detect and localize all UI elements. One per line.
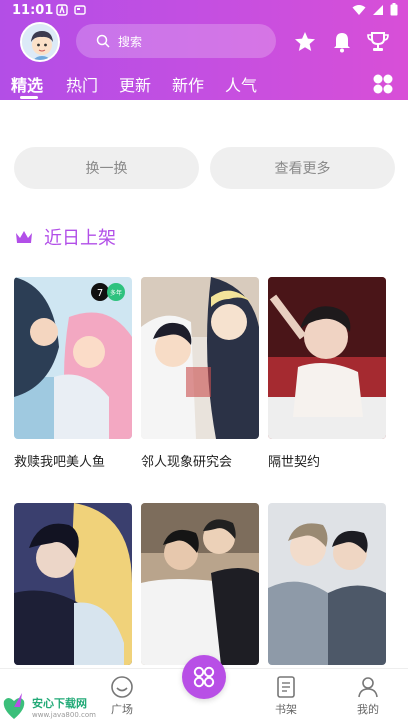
- comic-card[interactable]: [14, 503, 132, 677]
- center-discover-button[interactable]: [182, 655, 226, 699]
- search-icon: [96, 34, 110, 48]
- active-tab-indicator: [20, 96, 38, 99]
- person-icon: [358, 677, 378, 698]
- cover-badge-left: 7: [97, 288, 103, 299]
- search-bar[interactable]: 搜索: [76, 24, 276, 58]
- tab-featured[interactable]: 精选: [11, 72, 43, 96]
- trophy-icon[interactable]: [366, 30, 390, 54]
- comic-card[interactable]: [141, 503, 259, 677]
- notification-card-icon: [74, 5, 86, 15]
- grid-icon: [193, 666, 215, 688]
- crown-icon: [16, 231, 32, 243]
- shuffle-button[interactable]: 换一换: [14, 147, 199, 189]
- tab-popular[interactable]: 人气: [225, 72, 257, 96]
- bell-icon[interactable]: [330, 30, 354, 54]
- nav-mine[interactable]: 我的: [338, 675, 398, 717]
- battery-icon: [390, 3, 398, 16]
- nav-mine-label: 我的: [357, 703, 379, 716]
- tab-hot[interactable]: 热门: [66, 72, 98, 96]
- avatar[interactable]: [20, 22, 60, 62]
- comic-card[interactable]: 隔世契约: [268, 277, 386, 470]
- watermark-logo: [3, 692, 25, 719]
- watermark: 安心下载网 www.java800.com: [0, 688, 110, 725]
- book-icon: [277, 676, 295, 698]
- comic-card[interactable]: [268, 503, 386, 677]
- status-time: 11:01: [12, 3, 54, 18]
- nav-plaza-label: 广场: [111, 703, 133, 716]
- avatar-image: [22, 24, 58, 60]
- comic-cover: [14, 503, 132, 665]
- wifi-icon: [352, 4, 366, 15]
- signal-icon: [373, 4, 383, 15]
- tab-new[interactable]: 新作: [172, 72, 204, 96]
- tab-updated[interactable]: 更新: [119, 72, 151, 96]
- view-more-button[interactable]: 查看更多: [210, 147, 395, 189]
- notification-a-icon: [56, 4, 68, 16]
- category-tabs: 精选 热门 更新 新作 人气: [0, 70, 408, 100]
- nav-shelf-label: 书架: [275, 703, 297, 716]
- grid-icon[interactable]: [372, 73, 394, 95]
- comic-cover: [268, 503, 386, 665]
- section-title: 近日上架: [44, 228, 116, 249]
- section-header: 近日上架: [14, 224, 116, 250]
- comic-title: 邻人现象研究会: [141, 455, 233, 470]
- nav-shelf[interactable]: 书架: [256, 675, 316, 717]
- star-icon[interactable]: [293, 30, 317, 54]
- comic-title: 救赎我吧美人鱼: [14, 455, 106, 470]
- smile-icon: [111, 676, 133, 698]
- status-bar: 11:01: [0, 0, 408, 22]
- watermark-url: www.java800.com: [32, 710, 96, 719]
- watermark-brand: 安心下载网: [32, 696, 87, 710]
- comic-cover: [268, 277, 386, 439]
- header: 11:01 搜索 精选 热门 更新 新作 人气: [0, 0, 408, 100]
- comic-cover: [141, 503, 259, 665]
- comic-card[interactable]: 邻人现象研究会: [141, 277, 259, 470]
- comic-card[interactable]: 7 多年 救赎我吧美人鱼: [14, 277, 132, 470]
- cover-badge-right: 多年: [110, 289, 122, 297]
- search-placeholder: 搜索: [118, 34, 143, 49]
- comic-cover: [141, 277, 259, 439]
- comic-title: 隔世契约: [268, 455, 321, 470]
- comic-cover: 7 多年: [14, 277, 132, 439]
